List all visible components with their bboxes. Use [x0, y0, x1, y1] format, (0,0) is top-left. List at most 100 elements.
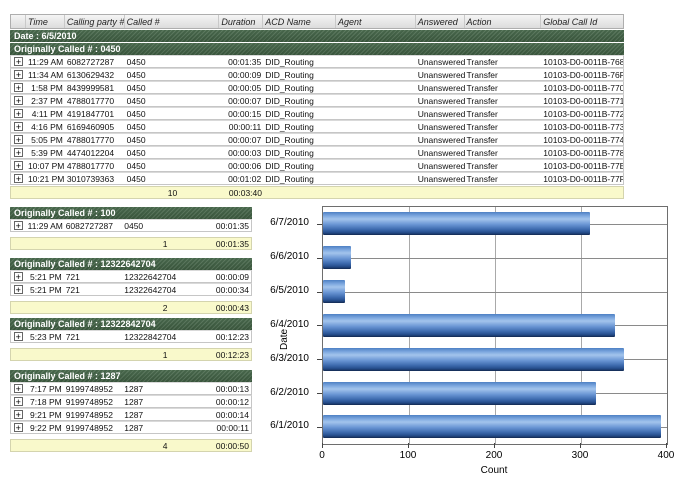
col-agent[interactable]: Agent [336, 15, 416, 28]
group-section-100: Originally Called # : 100 + 11:29 AM 608… [10, 207, 252, 250]
cell-global-call-id: 10103-D0-0011B-76F [541, 70, 623, 80]
x-tick-label: 100 [400, 450, 417, 461]
cell-time: 5:21 PM [26, 272, 64, 282]
cell-time: 11:29 AM [26, 57, 65, 67]
cell-global-call-id: 10103-D0-0011B-774 [541, 135, 623, 145]
bar-row [323, 376, 667, 410]
group-section-12322842704: Originally Called # : 12322842704 + 5:23… [10, 318, 252, 361]
expand-icon[interactable]: + [14, 272, 23, 281]
expand-icon[interactable]: + [14, 96, 23, 105]
cell-acd-name: DID_Routing [263, 122, 336, 132]
cell-action: Transfer [465, 174, 542, 184]
table-row: + 2:37 PM 4788017770 0450 00:00:07 DID_R… [10, 94, 624, 107]
expand-icon[interactable]: + [14, 221, 23, 230]
col-action[interactable]: Action [465, 15, 542, 28]
section-body: + 5:21 PM 721 12322642704 00:00:09 + 5:2… [10, 270, 252, 296]
table-row: + 7:17 PM 9199748952 1287 00:00:13 [10, 382, 252, 395]
expand-icon[interactable]: + [14, 109, 23, 118]
cell-duration: 00:00:11 [208, 423, 251, 433]
section-body: + 11:29 AM 6082727287 0450 00:01:35 [10, 219, 252, 232]
bar-row [323, 207, 667, 241]
cell-duration: 00:00:34 [208, 285, 251, 295]
expand-icon[interactable]: + [14, 410, 23, 419]
summary-duration: 00:12:23 [208, 350, 251, 360]
expand-icon[interactable]: + [14, 397, 23, 406]
summary-row: 2 00:00:43 [10, 301, 252, 314]
cell-answered: Unanswered [416, 70, 465, 80]
cell-time: 5:39 PM [26, 148, 65, 158]
col-expander [11, 15, 26, 28]
bar-6-4-2010 [323, 314, 615, 337]
col-acd-name[interactable]: ACD Name [263, 15, 336, 28]
table-row: + 5:21 PM 721 12322642704 00:00:34 [10, 283, 252, 296]
expand-icon[interactable]: + [14, 384, 23, 393]
bar-row [323, 275, 667, 309]
cell-called: 0450 [125, 148, 220, 158]
cell-called: 0450 [125, 83, 220, 93]
cell-action: Transfer [465, 148, 542, 158]
col-time[interactable]: Time [26, 15, 65, 28]
cell-duration: 00:00:11 [219, 122, 263, 132]
summary-count: 4 [122, 441, 208, 451]
col-answered[interactable]: Answered [416, 15, 465, 28]
y-tick-label: 6/5/2010 [272, 274, 316, 308]
expand-icon[interactable]: + [14, 174, 23, 183]
cell-answered: Unanswered [416, 122, 465, 132]
cell-action: Transfer [465, 161, 542, 171]
expand-icon[interactable]: + [14, 122, 23, 131]
expand-icon[interactable]: + [14, 135, 23, 144]
cell-answered: Unanswered [416, 174, 465, 184]
table-row: + 5:21 PM 721 12322642704 00:00:09 [10, 270, 252, 283]
cell-answered: Unanswered [416, 148, 465, 158]
summary-duration: 00:01:35 [208, 239, 251, 249]
col-duration[interactable]: Duration [219, 15, 263, 28]
cell-time: 9:21 PM [26, 410, 64, 420]
y-tick-label: 6/2/2010 [272, 375, 316, 409]
cell-duration: 00:00:09 [219, 70, 263, 80]
summary-count: 1 [122, 239, 208, 249]
x-tick-label: 200 [486, 450, 503, 461]
cell-answered: Unanswered [416, 96, 465, 106]
summary-row: 4 00:00:50 [10, 439, 252, 452]
y-tick-label: 6/4/2010 [272, 308, 316, 342]
cell-time: 2:37 PM [26, 96, 65, 106]
cell-called: 1287 [122, 410, 208, 420]
cell-called: 0450 [125, 135, 220, 145]
cell-called: 0450 [125, 57, 220, 67]
cell-acd-name: DID_Routing [263, 83, 336, 93]
expand-icon[interactable]: + [14, 332, 23, 341]
expand-icon[interactable]: + [14, 83, 23, 92]
col-calling-party[interactable]: Calling party # [65, 15, 125, 28]
summary-row: 1 00:01:35 [10, 237, 252, 250]
x-tick [408, 443, 409, 448]
expand-icon[interactable]: + [14, 285, 23, 294]
cell-called: 0450 [125, 109, 220, 119]
table-row: + 10:07 PM 4788017770 0450 00:00:06 DID_… [10, 159, 624, 172]
col-called[interactable]: Called # [125, 15, 220, 28]
cell-calling-party: 721 [64, 272, 123, 282]
cell-acd-name: DID_Routing [263, 70, 336, 80]
cell-duration: 00:00:14 [208, 410, 251, 420]
expand-icon[interactable]: + [14, 161, 23, 170]
cell-time: 9:22 PM [26, 423, 64, 433]
bar-row [323, 410, 667, 444]
x-tick [494, 443, 495, 448]
expand-icon[interactable]: + [14, 423, 23, 432]
cell-global-call-id: 10103-D0-0011B-77F [541, 174, 623, 184]
cell-duration: 00:00:07 [219, 96, 263, 106]
cell-action: Transfer [465, 109, 542, 119]
expand-icon[interactable]: + [14, 70, 23, 79]
cell-global-call-id: 10103-D0-0011B-773 [541, 122, 623, 132]
cell-acd-name: DID_Routing [263, 161, 336, 171]
called-group-header: Originally Called # : 12322842704 [10, 318, 252, 330]
cell-global-call-id: 10103-D0-0011B-77E [541, 161, 623, 171]
expand-icon[interactable]: + [14, 148, 23, 157]
cell-acd-name: DID_Routing [263, 57, 336, 67]
cell-duration: 00:01:35 [219, 57, 263, 67]
expand-icon[interactable]: + [14, 57, 23, 66]
cell-calling-party: 6082727287 [64, 221, 123, 231]
bar-6-1-2010 [323, 415, 661, 438]
col-global-call-id[interactable]: Global Call Id [541, 15, 623, 28]
cell-calling-party: 9199748952 [64, 384, 123, 394]
cell-answered: Unanswered [416, 109, 465, 119]
